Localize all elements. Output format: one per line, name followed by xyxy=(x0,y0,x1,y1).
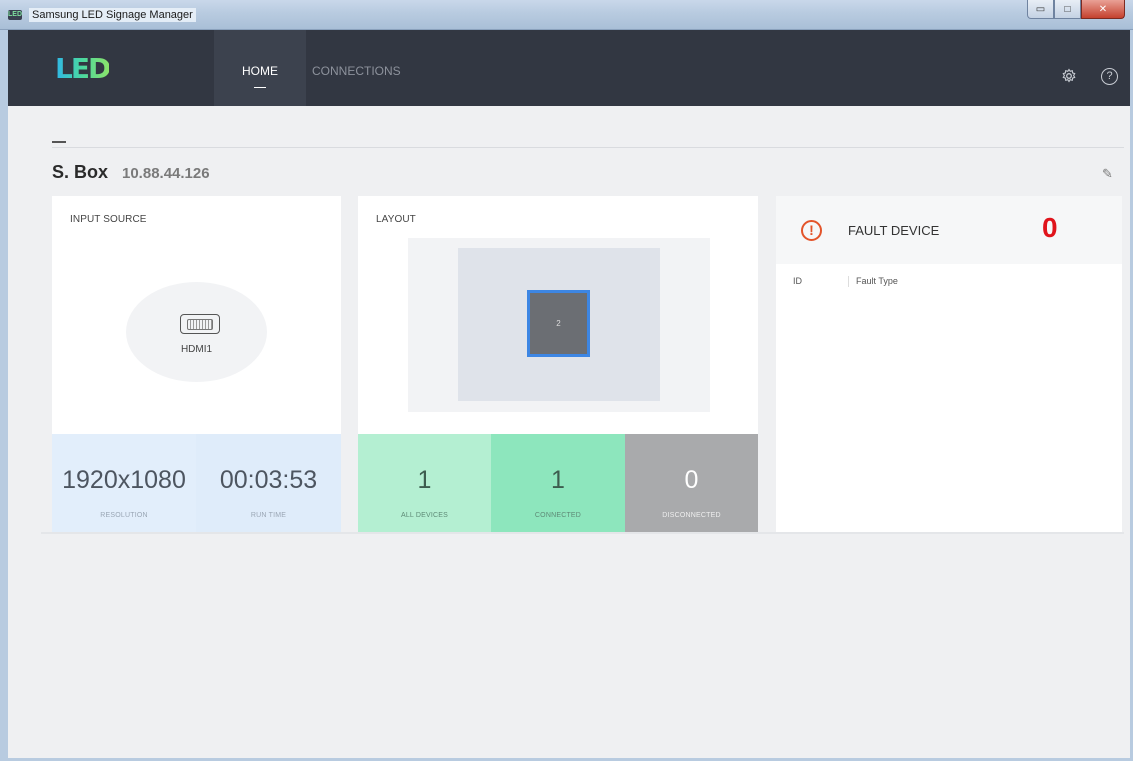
input-source-selector[interactable]: HDMI1 xyxy=(126,282,267,382)
section-divider xyxy=(52,147,1124,148)
connected-label: CONNECTED xyxy=(534,512,582,519)
content-bottom-divider xyxy=(41,532,1124,534)
column-header-id[interactable]: ID xyxy=(793,276,802,286)
hdmi-port-icon xyxy=(180,314,220,334)
window-controls: ▭ □ ✕ xyxy=(1027,0,1125,20)
fault-device-header: ! FAULT DEVICE 0 xyxy=(776,196,1122,264)
disconnected-stat[interactable]: 0 DISCONNECTED xyxy=(625,434,758,532)
column-separator xyxy=(848,276,849,287)
gear-icon[interactable] xyxy=(1060,68,1078,86)
all-devices-value: 1 xyxy=(417,466,432,494)
tab-connections[interactable]: CONNECTIONS xyxy=(312,64,401,78)
column-header-fault-type[interactable]: Fault Type xyxy=(856,276,898,286)
layout-card: LAYOUT 2 xyxy=(358,196,758,434)
minimize-button[interactable]: ▭ xyxy=(1027,0,1054,19)
gear-icon-graphic xyxy=(1062,68,1076,83)
disconnected-value: 0 xyxy=(684,466,699,494)
all-devices-label: ALL DEVICES xyxy=(400,512,449,519)
window-titlebar: LED Samsung LED Signage Manager ▭ □ ✕ xyxy=(0,0,1133,30)
connected-stat[interactable]: 1 CONNECTED xyxy=(491,434,625,532)
app-header: LED HOME CONNECTIONS ? xyxy=(8,30,1130,106)
tab-home[interactable]: HOME xyxy=(214,30,306,106)
connected-value: 1 xyxy=(551,466,565,494)
layout-label: LAYOUT xyxy=(376,214,416,225)
layout-canvas: 2 xyxy=(408,238,710,412)
run-time-value: 00:03:53 xyxy=(219,466,318,494)
app-icon: LED xyxy=(8,10,22,20)
input-source-label: INPUT SOURCE xyxy=(70,214,147,225)
maximize-button[interactable]: □ xyxy=(1054,0,1081,19)
close-button[interactable]: ✕ xyxy=(1081,0,1125,19)
active-tab-indicator xyxy=(254,87,266,88)
device-name: S. Box xyxy=(52,162,109,182)
tab-home-label: HOME xyxy=(242,64,278,78)
device-ip: 10.88.44.126 xyxy=(122,165,210,182)
input-source-card: INPUT SOURCE HDMI1 xyxy=(52,196,341,434)
disconnected-label: DISCONNECTED xyxy=(662,512,721,519)
resolution-stat: 1920x1080 RESOLUTION xyxy=(52,434,196,532)
run-time-label: RUN TIME xyxy=(250,512,287,519)
resolution-label: RESOLUTION xyxy=(100,512,148,519)
fault-device-count: 0 xyxy=(1042,212,1058,243)
fault-device-title: FAULT DEVICE xyxy=(848,223,940,238)
section-dash xyxy=(52,141,66,143)
help-icon[interactable]: ? xyxy=(1101,68,1118,85)
app-logo: LED xyxy=(55,52,111,85)
window-title: Samsung LED Signage Manager xyxy=(29,8,196,22)
fault-device-card: ! FAULT DEVICE 0 ID Fault Type xyxy=(776,196,1122,532)
edit-pencil-icon[interactable]: ✎ xyxy=(1102,166,1113,182)
layout-screen-area: 2 xyxy=(458,248,660,401)
input-source-name: HDMI1 xyxy=(180,344,213,355)
window-frame-left xyxy=(0,30,8,761)
run-time-stat: 00:03:53 RUN TIME xyxy=(196,434,341,532)
resolution-value: 1920x1080 xyxy=(62,466,186,494)
all-devices-stat[interactable]: 1 ALL DEVICES xyxy=(358,434,491,532)
warning-icon: ! xyxy=(801,220,822,241)
cabinet-tile[interactable]: 2 xyxy=(527,290,590,357)
